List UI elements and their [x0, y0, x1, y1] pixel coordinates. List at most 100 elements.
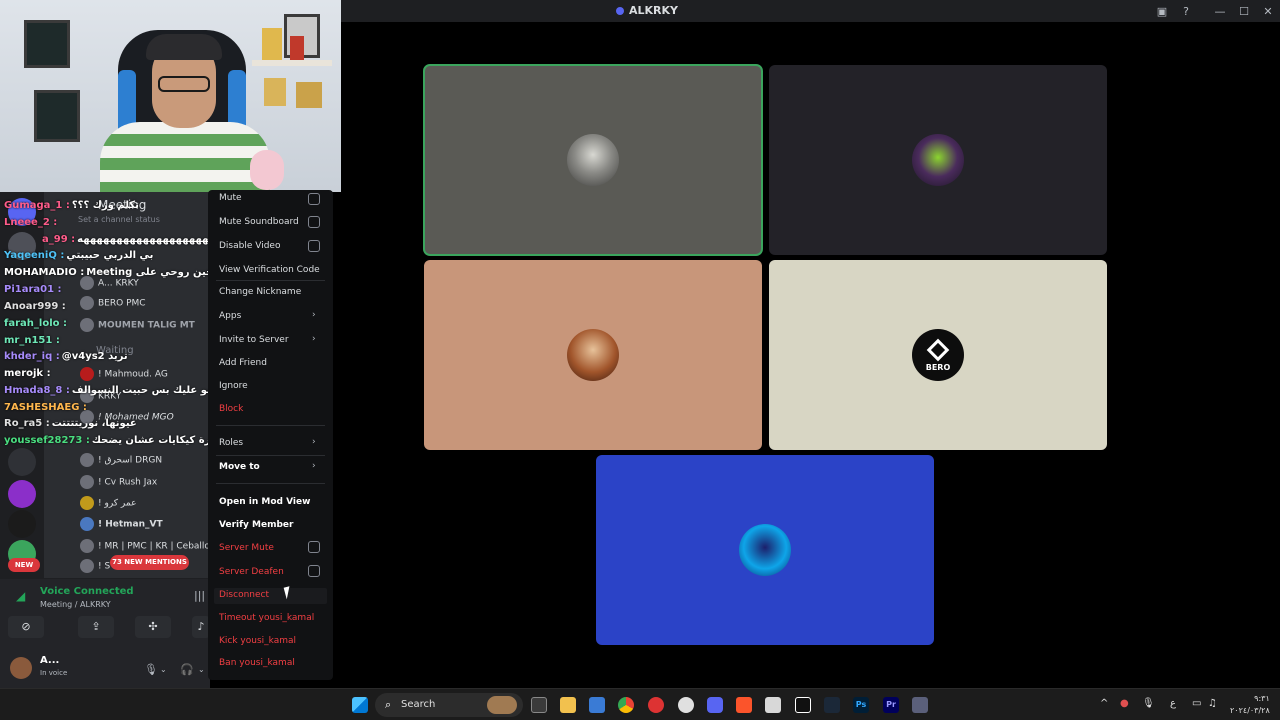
- server-icon[interactable]: [8, 480, 36, 508]
- voice-member[interactable]: ! Mahmoud. AG: [80, 367, 168, 381]
- shelf-item: [262, 28, 282, 60]
- language-indicator[interactable]: ع: [1170, 698, 1176, 709]
- record-icon[interactable]: ●: [1120, 698, 1129, 709]
- taskbar-search[interactable]: ⌕ Search: [375, 693, 523, 717]
- menu-item-view-verification-code[interactable]: View Verification Code: [219, 265, 320, 275]
- voice-member[interactable]: ! Hetman_VT: [80, 517, 163, 531]
- server-icon[interactable]: [8, 510, 36, 538]
- voice-member[interactable]: ! اسحرق DRGN: [80, 453, 162, 467]
- brave-icon[interactable]: [736, 697, 752, 713]
- voice-member[interactable]: ! MR | PMC | KR | Ceballos...: [80, 539, 210, 553]
- close-icon[interactable]: ✕: [1256, 5, 1280, 18]
- voice-member[interactable]: ! عمر كرو: [80, 496, 136, 510]
- participant-avatar: [567, 329, 619, 381]
- voice-member[interactable]: A... KRKY: [80, 276, 139, 290]
- participant-avatar: BERO: [912, 329, 964, 381]
- new-badge[interactable]: NEW: [8, 558, 40, 572]
- settings-icon[interactable]: [678, 697, 694, 713]
- microphone-icon[interactable]: 🎙: [1142, 698, 1155, 709]
- chat-message: Ro_ra5 : عيونها، نوريتتتتت: [4, 418, 137, 429]
- signal-icon[interactable]: ◢: [16, 589, 30, 603]
- participant-avatar: [567, 134, 619, 186]
- menu-item-roles[interactable]: Roles: [219, 438, 243, 448]
- participant-tile-3[interactable]: [424, 260, 762, 450]
- menu-item-disable-video[interactable]: Disable Video: [219, 241, 280, 251]
- recorder-icon[interactable]: [648, 697, 664, 713]
- user-name[interactable]: A...: [40, 655, 59, 666]
- headphones-icon[interactable]: 🎧: [180, 663, 194, 676]
- menu-item-open-in-mod-view[interactable]: Open in Mod View: [219, 497, 310, 507]
- mute-soundboard-checkbox[interactable]: [308, 216, 320, 228]
- steam-icon[interactable]: [824, 697, 840, 713]
- participant-tile-1[interactable]: [423, 64, 763, 256]
- mentions-badge[interactable]: 73 NEW MENTIONS: [110, 555, 189, 570]
- mute-checkbox[interactable]: [308, 193, 320, 205]
- menu-item-ignore[interactable]: Ignore: [219, 381, 248, 391]
- noise-suppression-icon[interactable]: |||: [194, 589, 205, 602]
- chevron-right-icon: ›: [312, 461, 316, 471]
- menu-divider: [216, 455, 325, 456]
- chevron-down-icon[interactable]: ⌄: [198, 665, 205, 674]
- system-clock[interactable]: ٩:٣١ ٢٠٢٤/٠٣/٢٨: [1230, 693, 1270, 717]
- disable-video-checkbox[interactable]: [308, 240, 320, 252]
- screen-share-icon[interactable]: ▣: [1150, 5, 1174, 18]
- chat-message: YaqeeniQ : بي الدربي حبيبتي: [4, 250, 154, 261]
- server-icon[interactable]: [8, 448, 36, 476]
- premiere-icon[interactable]: Pr: [883, 697, 899, 713]
- menu-item-kick[interactable]: Kick yousi_kamal: [219, 636, 296, 646]
- participant-tile-4[interactable]: BERO: [769, 260, 1107, 450]
- photoshop-icon[interactable]: Ps: [853, 697, 869, 713]
- menu-item-disconnect[interactable]: Disconnect: [219, 590, 269, 600]
- capcut-icon[interactable]: [795, 697, 811, 713]
- voice-member[interactable]: ! S: [80, 559, 110, 573]
- menu-item-invite-to-server[interactable]: Invite to Server: [219, 335, 289, 345]
- streamer-shirt: [100, 122, 270, 192]
- voice-stage: BERO: [341, 22, 1280, 688]
- voice-connected-title[interactable]: Voice Connected: [40, 586, 134, 597]
- menu-item-mute[interactable]: Mute: [219, 193, 242, 203]
- menu-item-change-nickname[interactable]: Change Nickname: [219, 287, 301, 297]
- start-icon[interactable]: [352, 697, 368, 713]
- menu-item-verify-member[interactable]: Verify Member: [219, 520, 293, 530]
- chevron-down-icon[interactable]: ⌄: [160, 665, 167, 674]
- maximize-icon[interactable]: ☐: [1232, 5, 1256, 18]
- chat-message: khder_iq : @v4ys2 تريد: [4, 351, 128, 362]
- participant-tile-2[interactable]: [769, 65, 1107, 255]
- server-deafen-checkbox[interactable]: [308, 565, 320, 577]
- server-mute-checkbox[interactable]: [308, 541, 320, 553]
- activities-button[interactable]: ✣: [135, 616, 171, 638]
- chat-message: MOHAMADIO :Meeting لا كريدين تصحين روحي …: [4, 267, 210, 278]
- clock-date: ٢٠٢٤/٠٣/٢٨: [1230, 706, 1270, 715]
- menu-item-mute-soundboard[interactable]: Mute Soundboard: [219, 217, 299, 227]
- avatar[interactable]: [10, 657, 32, 679]
- voice-member[interactable]: ! Cv Rush Jax: [80, 475, 157, 489]
- menu-item-block[interactable]: Block: [219, 404, 243, 414]
- menu-item-apps[interactable]: Apps: [219, 311, 241, 321]
- network-icon[interactable]: ▭: [1192, 698, 1201, 709]
- screen-share-button[interactable]: ⇪: [78, 616, 114, 638]
- menu-item-timeout[interactable]: Timeout yousi_kamal: [219, 613, 314, 623]
- discord-icon[interactable]: [707, 697, 723, 713]
- store-icon[interactable]: [589, 697, 605, 713]
- help-icon[interactable]: ?: [1174, 5, 1198, 18]
- task-view-icon[interactable]: [531, 697, 547, 713]
- voice-member[interactable]: MOUMEN TALIG MT: [80, 318, 195, 332]
- menu-item-server-mute[interactable]: Server Mute: [219, 543, 274, 553]
- media-icon[interactable]: [765, 697, 781, 713]
- menu-item-add-friend[interactable]: Add Friend: [219, 358, 267, 368]
- app-icon[interactable]: [912, 697, 928, 713]
- microphone-icon[interactable]: 🎙: [144, 663, 158, 676]
- chrome-icon[interactable]: [618, 697, 634, 713]
- menu-item-ban[interactable]: Ban yousi_kamal: [219, 658, 295, 668]
- file-explorer-icon[interactable]: [560, 697, 576, 713]
- camera-off-button[interactable]: ⊘: [8, 616, 44, 638]
- voice-member[interactable]: BERO PMC: [80, 296, 146, 310]
- chevron-up-icon[interactable]: ^: [1100, 698, 1108, 709]
- channel-status[interactable]: Set a channel status: [78, 215, 160, 224]
- voice-channel-path[interactable]: Meeting / ALKRKY: [40, 600, 111, 609]
- minimize-icon[interactable]: —: [1208, 5, 1232, 18]
- volume-icon[interactable]: ♫: [1208, 698, 1217, 709]
- menu-item-move-to[interactable]: Move to: [219, 462, 260, 472]
- participant-tile-5[interactable]: [596, 455, 934, 645]
- menu-item-server-deafen[interactable]: Server Deafen: [219, 567, 284, 577]
